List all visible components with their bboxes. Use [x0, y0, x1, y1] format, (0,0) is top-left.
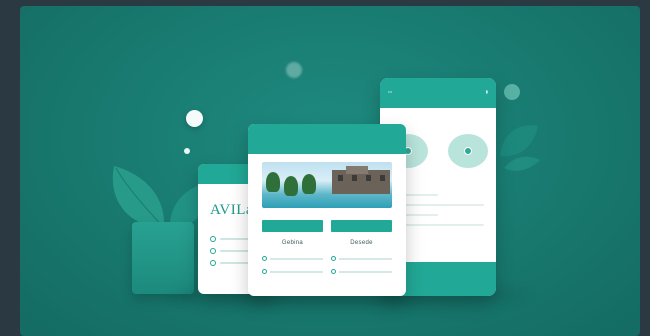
list-item	[262, 248, 323, 261]
list-bullet-icon	[331, 256, 336, 261]
list-bullet-icon	[210, 236, 216, 242]
property-card: Gebina Desede	[248, 124, 406, 296]
list-item	[331, 261, 392, 274]
list-item	[262, 261, 323, 274]
option-title: Desede	[350, 240, 373, 246]
list-bullet-icon	[262, 269, 267, 274]
list-bullet-icon	[331, 269, 336, 274]
leaf-icon	[500, 125, 540, 171]
list-item	[331, 248, 392, 261]
option-title: Gebina	[281, 240, 304, 246]
decorative-dot	[184, 148, 190, 154]
option-column: Desede	[331, 220, 392, 274]
phone-header: ••• ▮	[380, 78, 496, 108]
card-header	[248, 124, 406, 154]
option-button[interactable]	[331, 220, 392, 232]
list-bullet-icon	[262, 256, 267, 261]
list-bullet-icon	[210, 248, 216, 254]
option-column: Gebina	[262, 220, 323, 274]
home-button-icon[interactable]	[430, 272, 444, 286]
plant-pot	[132, 222, 194, 294]
decorative-dot	[504, 84, 520, 100]
decorative-dot	[186, 110, 203, 127]
hero-illustration: AVILa Gebina Desede ••• ▮	[20, 6, 640, 336]
option-button[interactable]	[262, 220, 323, 232]
feature-circle[interactable]	[448, 134, 488, 168]
property-photo	[262, 162, 392, 208]
decorative-dot	[286, 62, 302, 78]
list-bullet-icon	[210, 260, 216, 266]
